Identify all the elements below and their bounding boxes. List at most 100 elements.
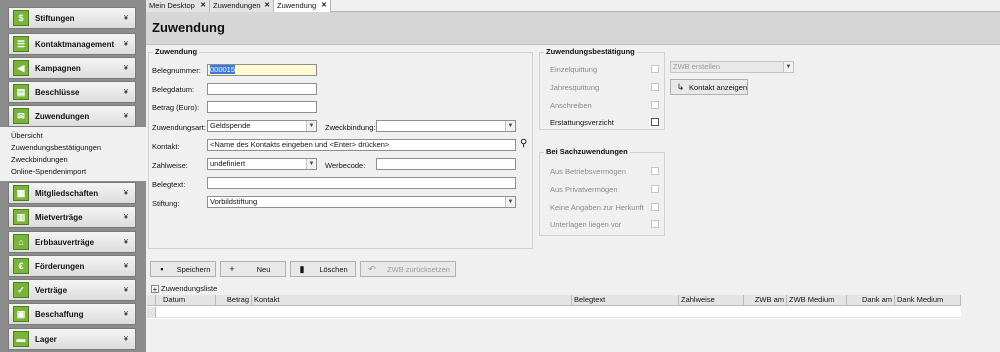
nav-label: Mietverträge: [35, 212, 83, 222]
zweckbindung-select[interactable]: ▼: [376, 120, 516, 132]
chevron-down-icon[interactable]: ¥: [121, 41, 131, 48]
trash-icon: ▮: [299, 263, 305, 274]
undo-icon: ↶: [368, 263, 376, 274]
subnav-uebersicht[interactable]: Übersicht: [11, 131, 43, 140]
chevron-down-icon[interactable]: ¥: [121, 214, 131, 221]
kontakt-anzeigen-button[interactable]: ↳ Kontakt anzeigen: [670, 79, 748, 95]
chevron-down-icon[interactable]: ¥: [121, 190, 131, 197]
betriebsvermoegen-checkbox[interactable]: [651, 167, 659, 175]
chevron-down-icon[interactable]: ¥: [121, 311, 131, 318]
delete-button[interactable]: ▮ Löschen: [290, 261, 356, 277]
col-belegtext[interactable]: Belegtext: [572, 295, 679, 306]
close-icon[interactable]: ✕: [264, 0, 270, 11]
subnav-zuwendungsbestaetigungen[interactable]: Zuwendungsbestätigungen: [11, 143, 101, 152]
chevron-down-icon[interactable]: ¥: [121, 65, 131, 72]
button-label: Speichern: [176, 264, 211, 274]
stiftung-label: Stiftung:: [152, 199, 180, 208]
col-zwb-medium[interactable]: ZWB Medium: [787, 295, 847, 306]
zwb-erstellen-select[interactable]: ZWB erstellen ▼: [670, 61, 794, 73]
tab-zuwendung[interactable]: Zuwendung ✕: [274, 0, 331, 12]
zahlweise-select[interactable]: undefiniert ▼: [207, 158, 317, 170]
chevron-down-icon[interactable]: ¥: [121, 113, 131, 120]
anschreiben-checkbox[interactable]: [651, 101, 659, 109]
tab-label: Zuwendungen: [213, 1, 261, 10]
belegnummer-input[interactable]: 000015: [207, 64, 317, 76]
belegtext-input[interactable]: [207, 177, 516, 189]
nav-foerderungen[interactable]: € Förderungen ¥: [8, 255, 136, 277]
tab-zuwendungen[interactable]: Zuwendungen ✕: [210, 0, 274, 12]
nav-kontaktmanagement[interactable]: ☰ Kontaktmanagement ¥: [8, 33, 136, 55]
nav-label: Kontaktmanagement: [35, 39, 115, 49]
button-label: ZWB zurücksetzen: [387, 264, 450, 274]
expand-icon[interactable]: +: [151, 284, 159, 293]
betrag-input[interactable]: [207, 101, 317, 113]
erstattungsverzicht-checkbox[interactable]: [651, 118, 659, 126]
privatvermoegen-checkbox[interactable]: [651, 185, 659, 193]
zweckbindung-label: Zweckbindung:: [325, 123, 376, 132]
close-icon[interactable]: ✕: [200, 0, 206, 11]
nav-stiftungen[interactable]: $ Stiftungen ¥: [8, 7, 136, 29]
group-title: Zuwendungsbestätigung: [544, 47, 637, 56]
nav-kampagnen[interactable]: ◀ Kampagnen ¥: [8, 57, 136, 79]
close-icon[interactable]: ✕: [321, 0, 327, 11]
zuwendungsart-select[interactable]: Geldspende ▼: [207, 120, 317, 132]
search-icon[interactable]: ⚲: [520, 138, 527, 149]
chevron-down-icon[interactable]: ¥: [121, 15, 131, 22]
subnav-online-spendenimport[interactable]: Online-Spendenimport: [11, 167, 86, 176]
col-zahlweise[interactable]: Zahlweise: [679, 295, 744, 306]
subnav-zweckbindungen[interactable]: Zweckbindungen: [11, 155, 68, 164]
unterlagen-checkbox[interactable]: [651, 220, 659, 228]
kontakt-input[interactable]: <Name des Kontakts eingeben und <Enter> …: [207, 139, 516, 151]
col-datum[interactable]: Datum: [156, 295, 216, 306]
save-button[interactable]: ▪ Speichern: [150, 261, 216, 277]
row-selector[interactable]: [147, 307, 156, 318]
chevron-down-icon[interactable]: ¥: [121, 89, 131, 96]
jahresquittung-label: Jahresquittung: [550, 83, 600, 92]
zuwendungsliste-tab[interactable]: + Zuwendungsliste: [151, 284, 217, 293]
stiftung-select[interactable]: Vorbildstiftung ▼: [207, 196, 516, 208]
lease-icon: ⌂: [13, 234, 29, 250]
chevron-down-icon[interactable]: ▼: [783, 62, 793, 72]
tab-label: Mein Desktop: [149, 1, 195, 10]
chevron-down-icon[interactable]: ▼: [505, 121, 515, 131]
chevron-down-icon[interactable]: ▼: [505, 197, 515, 207]
page-title: Zuwendung: [152, 20, 225, 35]
werbecode-label: Werbecode:: [325, 161, 366, 170]
col-betrag[interactable]: Betrag: [216, 295, 252, 306]
nav-label: Zuwendungen: [35, 111, 90, 121]
nav-zuwendungen[interactable]: ✉ Zuwendungen ¥: [8, 105, 136, 127]
nav-beschluesse[interactable]: ▤ Beschlüsse ¥: [8, 81, 136, 103]
title-bar: Zuwendung: [146, 12, 1000, 45]
stiftung-value: Vorbildstiftung: [210, 197, 258, 206]
nav-erbbauvertraege[interactable]: ⌂ Erbbauverträge ¥: [8, 231, 136, 253]
col-kontakt[interactable]: Kontakt: [252, 295, 572, 306]
keine-angaben-checkbox[interactable]: [651, 203, 659, 211]
werbecode-input[interactable]: [376, 158, 516, 170]
col-zwb-am[interactable]: ZWB am: [744, 295, 787, 306]
einzelquittung-checkbox[interactable]: [651, 65, 659, 73]
zwb-erstellen-label: ZWB erstellen: [673, 62, 721, 71]
button-label: Neu: [256, 264, 271, 274]
zuwendungsart-value: Geldspende: [210, 121, 251, 130]
col-dank-am[interactable]: Dank am: [847, 295, 895, 306]
chevron-down-icon[interactable]: ▼: [306, 159, 316, 169]
chevron-down-icon[interactable]: ¥: [121, 239, 131, 246]
chevron-down-icon[interactable]: ¥: [121, 336, 131, 343]
jahresquittung-checkbox[interactable]: [651, 83, 659, 91]
chevron-down-icon[interactable]: ¥: [121, 263, 131, 270]
chevron-down-icon[interactable]: ¥: [121, 287, 131, 294]
nav-mitgliedschaften[interactable]: ▦ Mitgliedschaften ¥: [8, 182, 136, 204]
kontakt-label: Kontakt:: [152, 142, 180, 151]
table-row[interactable]: [147, 307, 961, 318]
chevron-down-icon[interactable]: ▼: [306, 121, 316, 131]
zwb-reset-button[interactable]: ↶ ZWB zurücksetzen: [360, 261, 456, 277]
nav-label: Lager: [35, 334, 57, 344]
belegdatum-input[interactable]: [207, 83, 317, 95]
nav-lager[interactable]: ▬ Lager ¥: [8, 328, 136, 350]
nav-vertraege[interactable]: ✓ Verträge ¥: [8, 279, 136, 301]
new-button[interactable]: + Neu: [220, 261, 286, 277]
nav-mietvertraege[interactable]: ▥ Mietverträge ¥: [8, 206, 136, 228]
nav-beschaffung[interactable]: ▣ Beschaffung ¥: [8, 303, 136, 325]
tab-mein-desktop[interactable]: Mein Desktop ✕: [146, 0, 210, 12]
col-dank-medium[interactable]: Dank Medium: [895, 295, 961, 306]
